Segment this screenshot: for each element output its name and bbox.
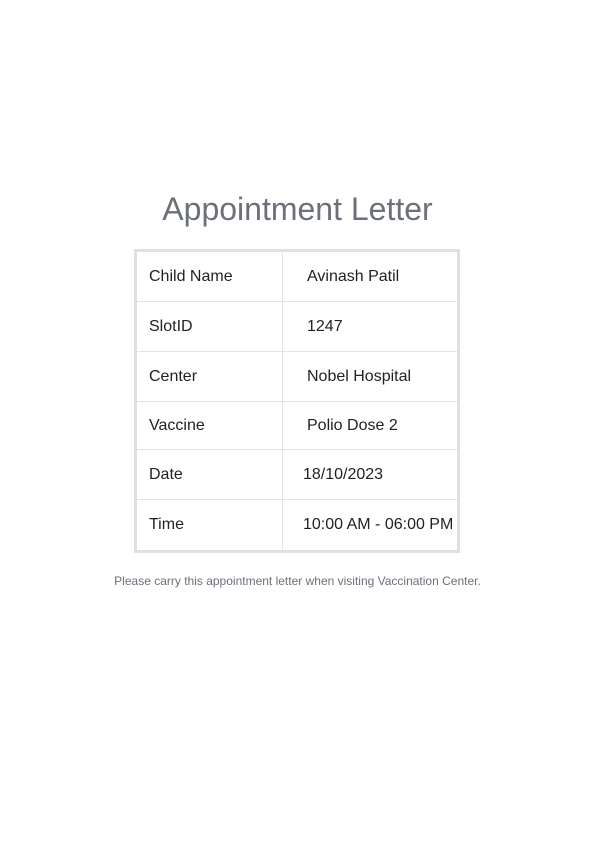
row-label: Vaccine [137, 402, 283, 449]
page-title: Appointment Letter [162, 191, 433, 227]
row-label: SlotID [137, 302, 283, 351]
table-row-date: Date 18/10/2023 [137, 450, 457, 500]
row-label: Child Name [137, 252, 283, 301]
row-value: Avinash Patil [307, 267, 400, 285]
row-value: Polio Dose 2 [307, 416, 398, 434]
table-row-slot-id: SlotID 1247 [137, 302, 457, 352]
row-value: 1247 [307, 317, 343, 335]
table-row-child-name: Child Name Avinash Patil [137, 252, 457, 302]
table-row-center: Center Nobel Hospital [137, 352, 457, 402]
row-label: Time [137, 500, 283, 550]
appointment-details-table: Child Name Avinash Patil SlotID 1247 Cen… [134, 249, 460, 553]
row-label: Date [137, 450, 283, 499]
row-value: Nobel Hospital [307, 367, 412, 385]
row-value: 10:00 AM - 06:00 PM [303, 516, 454, 533]
table-row-time: Time 10:00 AM - 06:00 PM [137, 500, 457, 550]
row-label: Center [137, 352, 283, 401]
footer-note: Please carry this appointment letter whe… [114, 574, 481, 588]
row-value: 18/10/2023 [303, 465, 384, 483]
table-row-vaccine: Vaccine Polio Dose 2 [137, 402, 457, 450]
